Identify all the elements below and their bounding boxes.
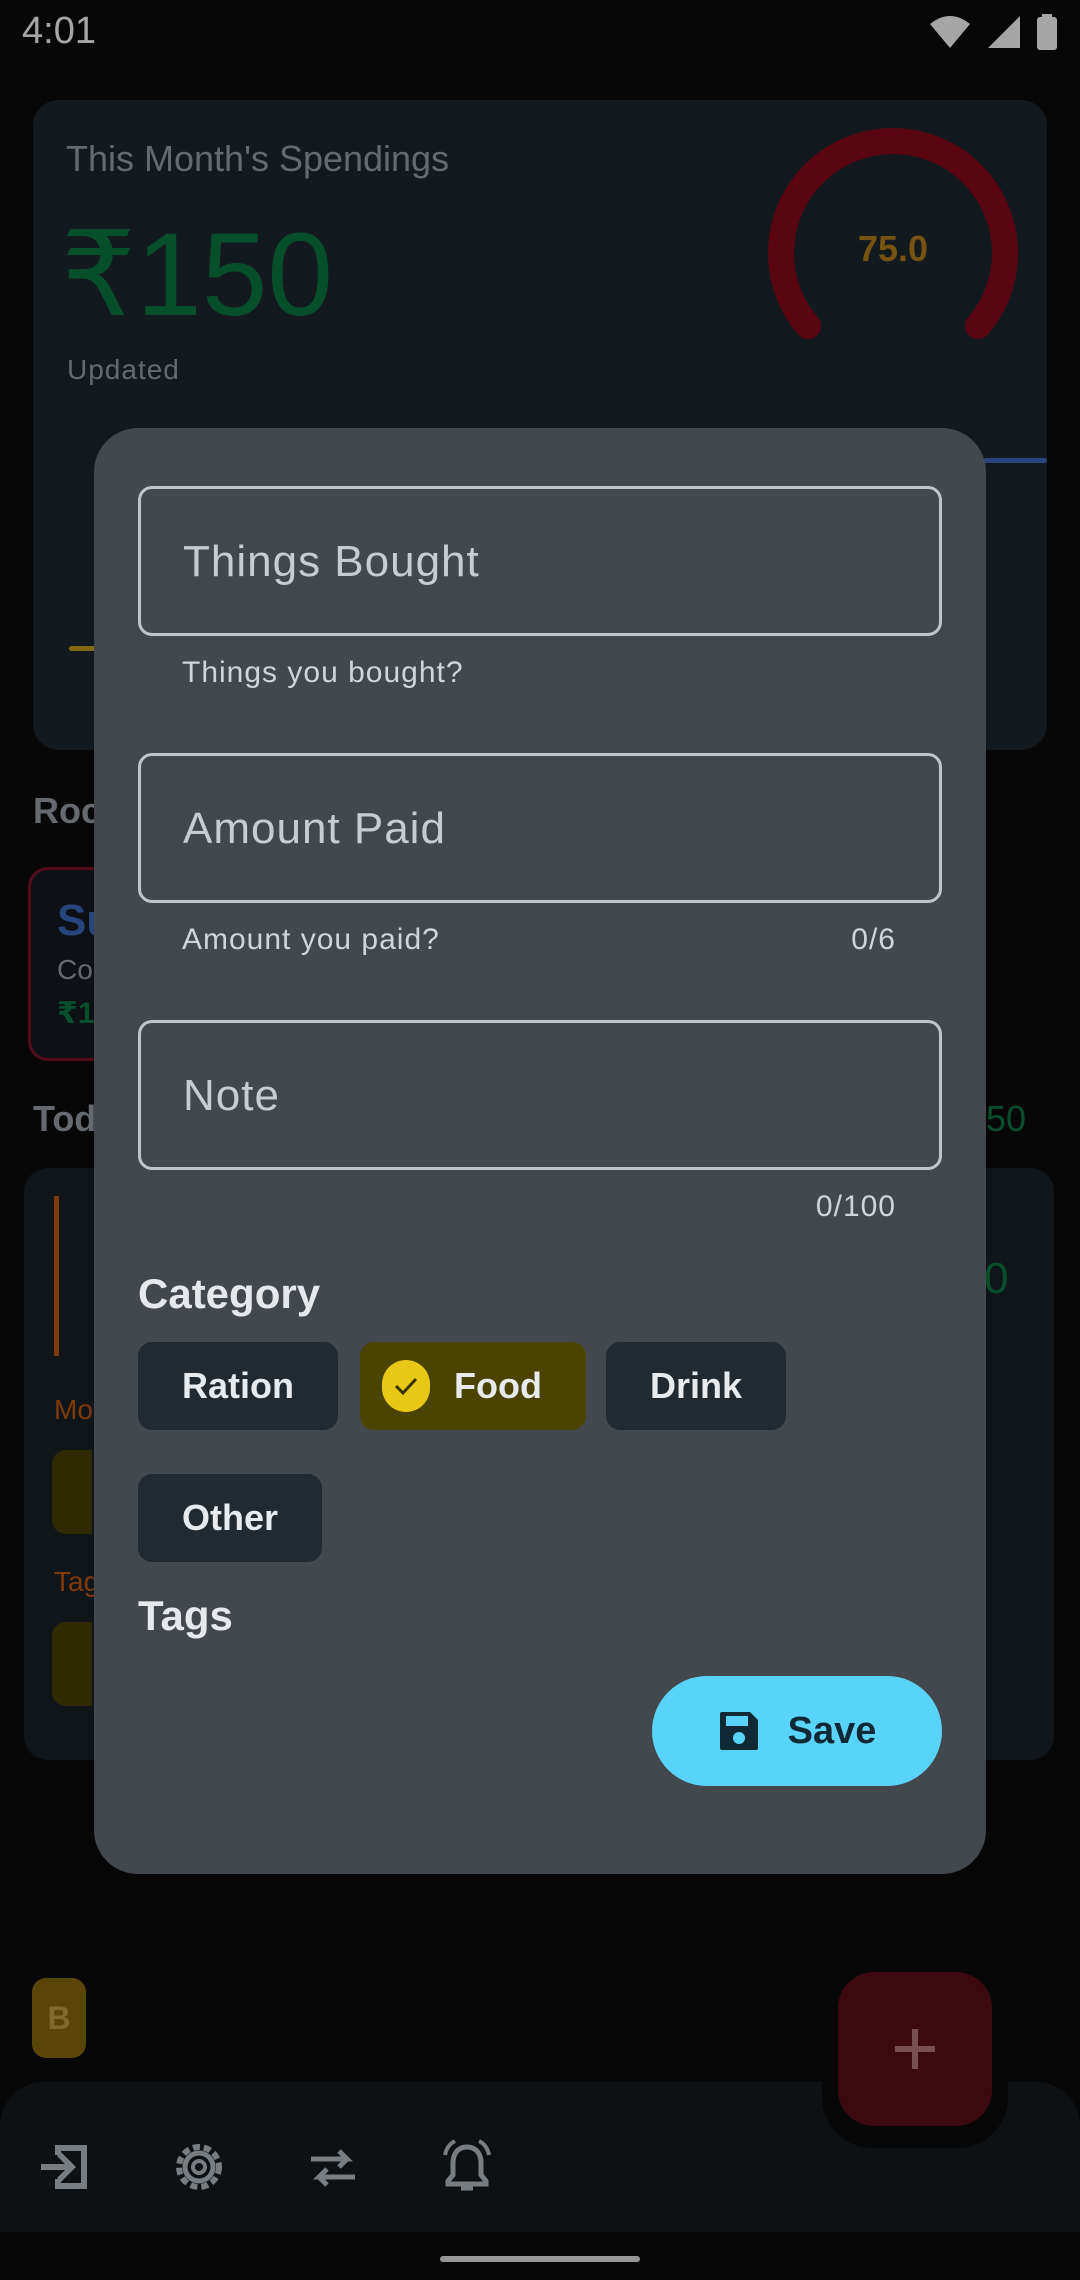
category-chip-food[interactable]: Food [360, 1342, 586, 1430]
amount-paid-helper: Amount you paid? [182, 923, 440, 956]
category-chip-label: Ration [182, 1365, 294, 1406]
amount-paid-counter: 0/6 [851, 923, 896, 956]
category-chip-ration[interactable]: Ration [138, 1342, 338, 1430]
tags-title: Tags [138, 1592, 233, 1639]
save-button[interactable]: Save [652, 1676, 942, 1786]
note-field[interactable]: Note [138, 1020, 942, 1170]
things-bought-helper: Things you bought? [182, 656, 464, 689]
category-chip-other[interactable]: Other [138, 1474, 322, 1562]
check-icon [382, 1360, 431, 1412]
save-button-label: Save [787, 1709, 877, 1752]
amount-paid-field[interactable]: Amount Paid [138, 753, 942, 903]
things-bought-placeholder: Things Bought [183, 537, 480, 586]
category-title: Category [138, 1270, 321, 1317]
amount-paid-placeholder: Amount Paid [183, 804, 446, 853]
save-icon [719, 1712, 758, 1750]
category-chip-drink[interactable]: Drink [606, 1342, 786, 1430]
note-counter: 0/100 [815, 1190, 896, 1223]
things-bought-field[interactable]: Things Bought [138, 486, 942, 636]
app-screen: 4:01 This Month's Spendings ₹150 Updated… [0, 0, 1080, 2280]
note-placeholder: Note [183, 1071, 280, 1120]
add-expense-dialog: Things Bought Things you bought? Amount … [94, 428, 986, 1874]
category-chip-label: Drink [649, 1365, 743, 1406]
category-chip-label: Other [181, 1497, 278, 1538]
category-chip-label: Food [454, 1365, 542, 1406]
